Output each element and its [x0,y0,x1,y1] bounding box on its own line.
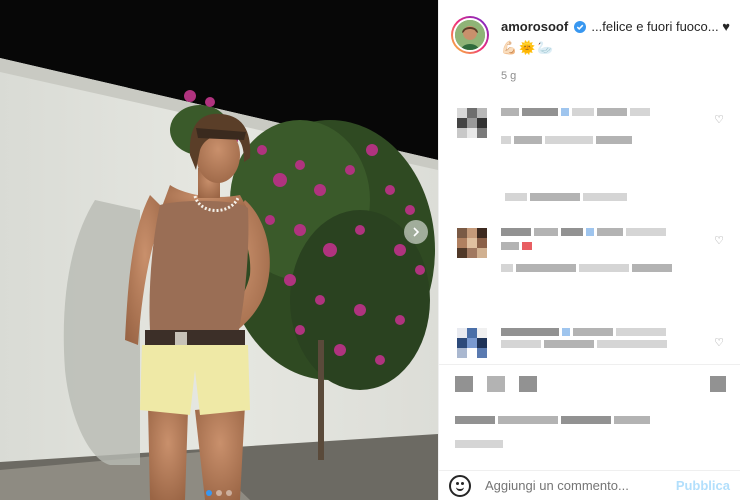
heart-icon[interactable]: ♡ [714,113,724,126]
heart-icon[interactable]: ♡ [714,234,724,247]
carousel-dot [206,490,212,496]
comment-item [457,228,724,272]
post-caption: amorosoof ...felice e fuori fuoco... ♥ 💪… [451,16,732,56]
comment-text-redacted [501,108,650,116]
chevron-right-icon [413,227,420,237]
comment-icon[interactable] [487,376,505,392]
verified-badge-icon [573,21,586,33]
emoji-smiley-icon[interactable] [449,474,471,497]
carousel-dot [226,490,232,496]
likes-count-redacted[interactable] [455,416,650,424]
heart-icon[interactable]: ♡ [714,336,724,349]
comment-meta-redacted [501,136,650,144]
caption-emojis: 💪🏻🌞🦢 [501,40,556,55]
post-photo[interactable] [0,0,438,500]
post-timestamp[interactable]: 5 g [501,70,516,82]
photo-image [0,0,438,500]
add-comment-bar: Pubblica [439,470,740,500]
comment-text-redacted [501,242,672,250]
carousel-dot [216,490,222,496]
caption-text: ...felice e fuori fuoco... ♥ [591,19,730,34]
carousel-indicator [0,490,438,496]
commenter-avatar[interactable] [457,328,487,358]
avatar-story-ring[interactable] [451,16,489,54]
comment-text-redacted [501,228,672,236]
avatar [453,18,487,52]
commenter-avatar[interactable] [457,108,487,138]
commenter-avatar[interactable] [457,228,487,258]
comment-item [457,108,724,144]
carousel-next-button[interactable] [404,220,428,244]
actions-divider [439,364,740,365]
comment-item [457,328,724,358]
post-side-panel: amorosoof ...felice e fuori fuoco... ♥ 💪… [438,0,740,500]
comment-meta-redacted [501,264,672,272]
comment-text-redacted [501,340,667,348]
comment-text-redacted [501,328,667,336]
view-replies-redacted[interactable] [505,193,627,201]
post-date-redacted [455,440,503,448]
publish-button[interactable]: Pubblica [676,478,730,493]
action-bar-redacted [455,376,537,392]
bookmark-icon[interactable] [710,376,726,392]
share-icon[interactable] [519,376,537,392]
username-link[interactable]: amorosoof [501,19,568,34]
like-icon[interactable] [455,376,473,392]
caption-body: amorosoof ...felice e fuori fuoco... ♥ 💪… [501,16,730,56]
comment-input[interactable] [485,478,676,493]
avatar-image [455,20,485,50]
